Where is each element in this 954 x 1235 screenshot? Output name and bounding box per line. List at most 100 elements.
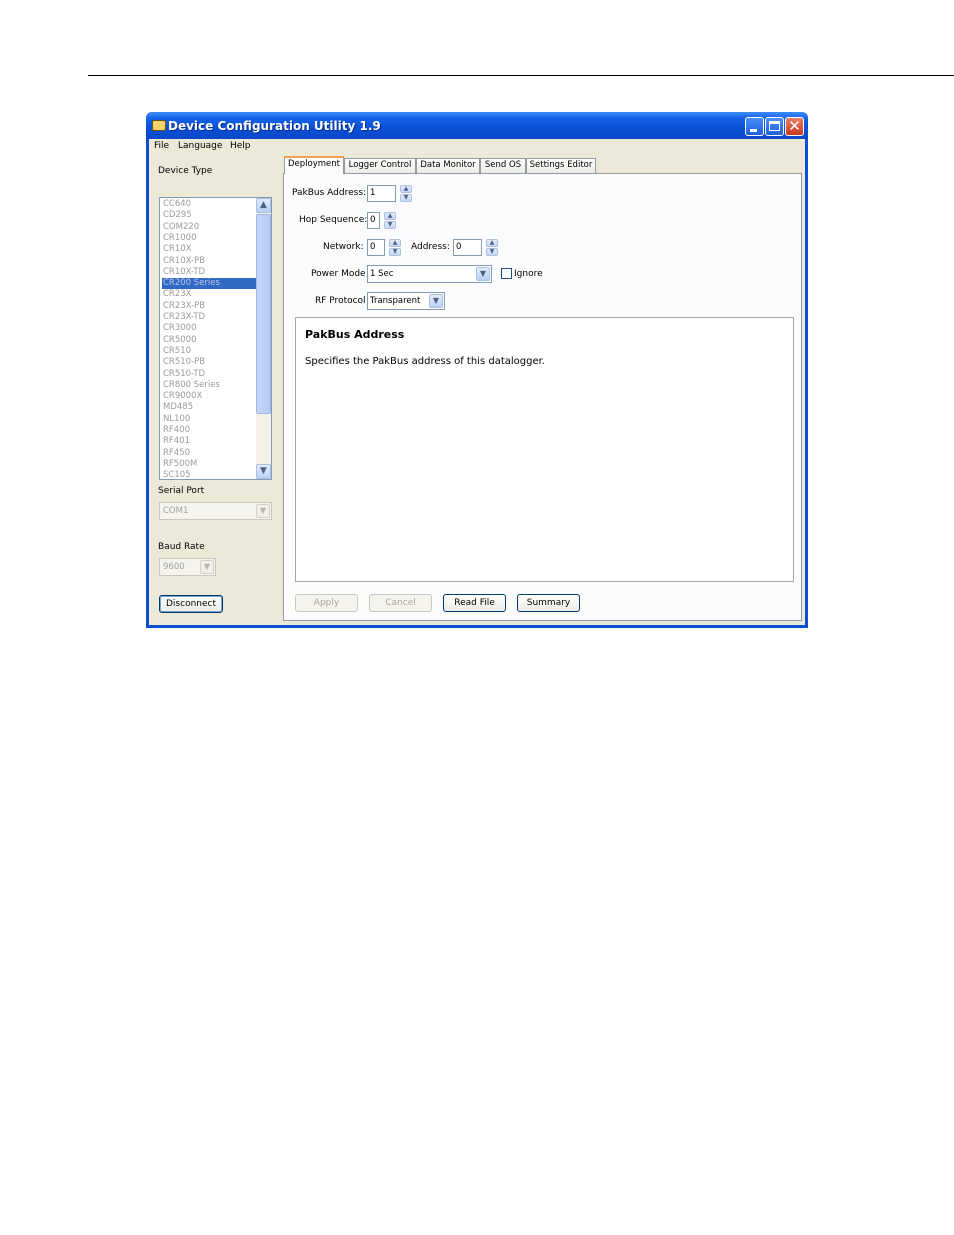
device-list-item[interactable]: CR10X-PB [162,256,257,267]
serial-port-value: COM1 [163,506,189,516]
serial-port-label: Serial Port [158,486,205,496]
minimize-icon [750,129,757,132]
network-input[interactable]: 0 [367,239,385,256]
app-icon [152,120,166,131]
device-list-item[interactable]: CR10X [162,244,257,255]
device-list-item[interactable]: CR510-PB [162,357,257,368]
scroll-up-icon[interactable]: ▲ [256,198,271,213]
device-list-item[interactable]: CC640 [162,199,257,210]
pakbus-address-stepper[interactable]: ▲ ▼ [400,185,412,202]
disconnect-button[interactable]: Disconnect [159,595,223,613]
network-label: Network: [323,242,364,252]
close-icon: ✕ [788,117,801,135]
scroll-thumb[interactable] [256,214,271,414]
device-list-item[interactable]: CR5000 [162,335,257,346]
device-list-item[interactable]: CR510-TD [162,369,257,380]
spin-down-icon[interactable]: ▼ [400,194,412,202]
menu-bar: File Language Help [149,139,805,154]
summary-button[interactable]: Summary [517,594,580,612]
menu-file[interactable]: File [154,141,169,151]
device-list-item[interactable]: CR800 Series [162,380,257,391]
device-list-item[interactable]: CD295 [162,210,257,221]
device-list-item[interactable]: CR9000X [162,391,257,402]
spin-down-icon[interactable]: ▼ [384,221,396,229]
baud-rate-select[interactable]: 9600 ▼ [159,558,216,576]
window-title: Device Configuration Utility 1.9 [168,119,381,133]
menu-language[interactable]: Language [178,141,222,151]
window-client: File Language Help Device Type CC640 CD29… [149,139,805,625]
left-pane: Device Type CC640 CD295 COM220 CR1000 CR10X C… [149,154,280,625]
spin-up-icon[interactable]: ▲ [486,239,498,247]
help-panel: PakBus Address Specifies the PakBus addr… [295,317,794,582]
device-list-item[interactable]: RF450 [162,448,257,459]
device-list-item[interactable]: NL100 [162,414,257,425]
device-list-item[interactable]: CR200 Series [162,278,257,290]
spin-up-icon[interactable]: ▲ [400,185,412,193]
power-mode-label: Power Mode [311,269,366,279]
baud-rate-value: 9600 [163,562,185,572]
address-stepper[interactable]: ▲ ▼ [486,239,498,256]
app-window: Device Configuration Utility 1.9 ✕ File … [146,112,808,628]
device-list-item[interactable]: CR23X-PB [162,301,257,312]
help-text: Specifies the PakBus address of this dat… [305,356,545,367]
device-list-item[interactable]: RF400 [162,425,257,436]
ignore-label: Ignore [514,269,543,279]
spin-up-icon[interactable]: ▲ [389,239,401,247]
baud-rate-label: Baud Rate [158,542,205,552]
address-input[interactable]: 0 [453,239,482,256]
scroll-down-icon[interactable]: ▼ [256,464,271,479]
tab-send-os[interactable]: Send OS [480,158,526,173]
title-bar[interactable]: Device Configuration Utility 1.9 ✕ [146,112,808,139]
power-mode-select[interactable]: 1 Sec ▼ [367,265,492,283]
chevron-down-icon: ▼ [256,504,270,518]
tab-logger-control[interactable]: Logger Control [344,158,416,173]
rf-protocol-select[interactable]: Transparent ▼ [367,292,445,310]
read-file-button[interactable]: Read File [443,594,506,612]
tab-data-monitor[interactable]: Data Monitor [416,158,480,173]
tab-settings-editor[interactable]: Settings Editor [526,158,596,173]
pakbus-address-label: PakBus Address: [292,188,367,198]
chevron-down-icon: ▼ [200,560,214,574]
cancel-button[interactable]: Cancel [369,594,432,612]
device-list-scrollbar[interactable]: ▲ ▼ [256,198,271,479]
hop-sequence-label: Hop Sequence: [299,215,368,225]
chevron-down-icon: ▼ [429,294,443,308]
device-list-item[interactable]: CR23X-TD [162,312,257,323]
rf-protocol-label: RF Protocol [315,296,366,306]
power-mode-value: 1 Sec [370,269,394,279]
network-stepper[interactable]: ▲ ▼ [389,239,401,256]
spin-down-icon[interactable]: ▼ [486,248,498,256]
menu-help[interactable]: Help [230,141,251,151]
ignore-checkbox[interactable] [501,268,512,279]
chevron-down-icon: ▼ [476,267,490,281]
device-list-item[interactable]: COM220 [162,222,257,233]
device-list-item[interactable]: CR10X-TD [162,267,257,278]
tab-deployment[interactable]: Deployment [284,156,344,174]
device-list-item[interactable]: MD485 [162,402,257,413]
device-list-item[interactable]: CR510 [162,346,257,357]
device-type-list[interactable]: CC640 CD295 COM220 CR1000 CR10X CR10X-PB CR10X… [159,197,272,480]
page-top-rule [88,75,954,76]
spin-down-icon[interactable]: ▼ [389,248,401,256]
device-list-item[interactable]: RF500M [162,459,257,470]
hop-sequence-input[interactable]: 0 [367,212,380,229]
serial-port-select[interactable]: COM1 ▼ [159,502,272,520]
spin-up-icon[interactable]: ▲ [384,212,396,220]
apply-button[interactable]: Apply [295,594,358,612]
rf-protocol-value: Transparent [370,296,421,306]
device-type-label: Device Type [158,166,213,176]
hop-sequence-stepper[interactable]: ▲ ▼ [384,212,396,229]
minimize-button[interactable] [745,117,764,136]
deployment-panel: PakBus Address: 1 ▲ ▼ Hop Sequence: 0 ▲ … [283,173,802,621]
maximize-button[interactable] [765,117,784,136]
help-title: PakBus Address [305,328,405,341]
device-list-item[interactable]: SC105 [162,470,257,479]
device-list-item[interactable]: CR23X [162,289,257,300]
close-button[interactable]: ✕ [785,117,804,136]
device-list-item[interactable]: RF401 [162,436,257,447]
pakbus-address-input[interactable]: 1 [367,185,396,202]
address-label: Address: [411,242,450,252]
maximize-icon [769,121,780,131]
device-list-item[interactable]: CR3000 [162,323,257,334]
device-list-item[interactable]: CR1000 [162,233,257,244]
